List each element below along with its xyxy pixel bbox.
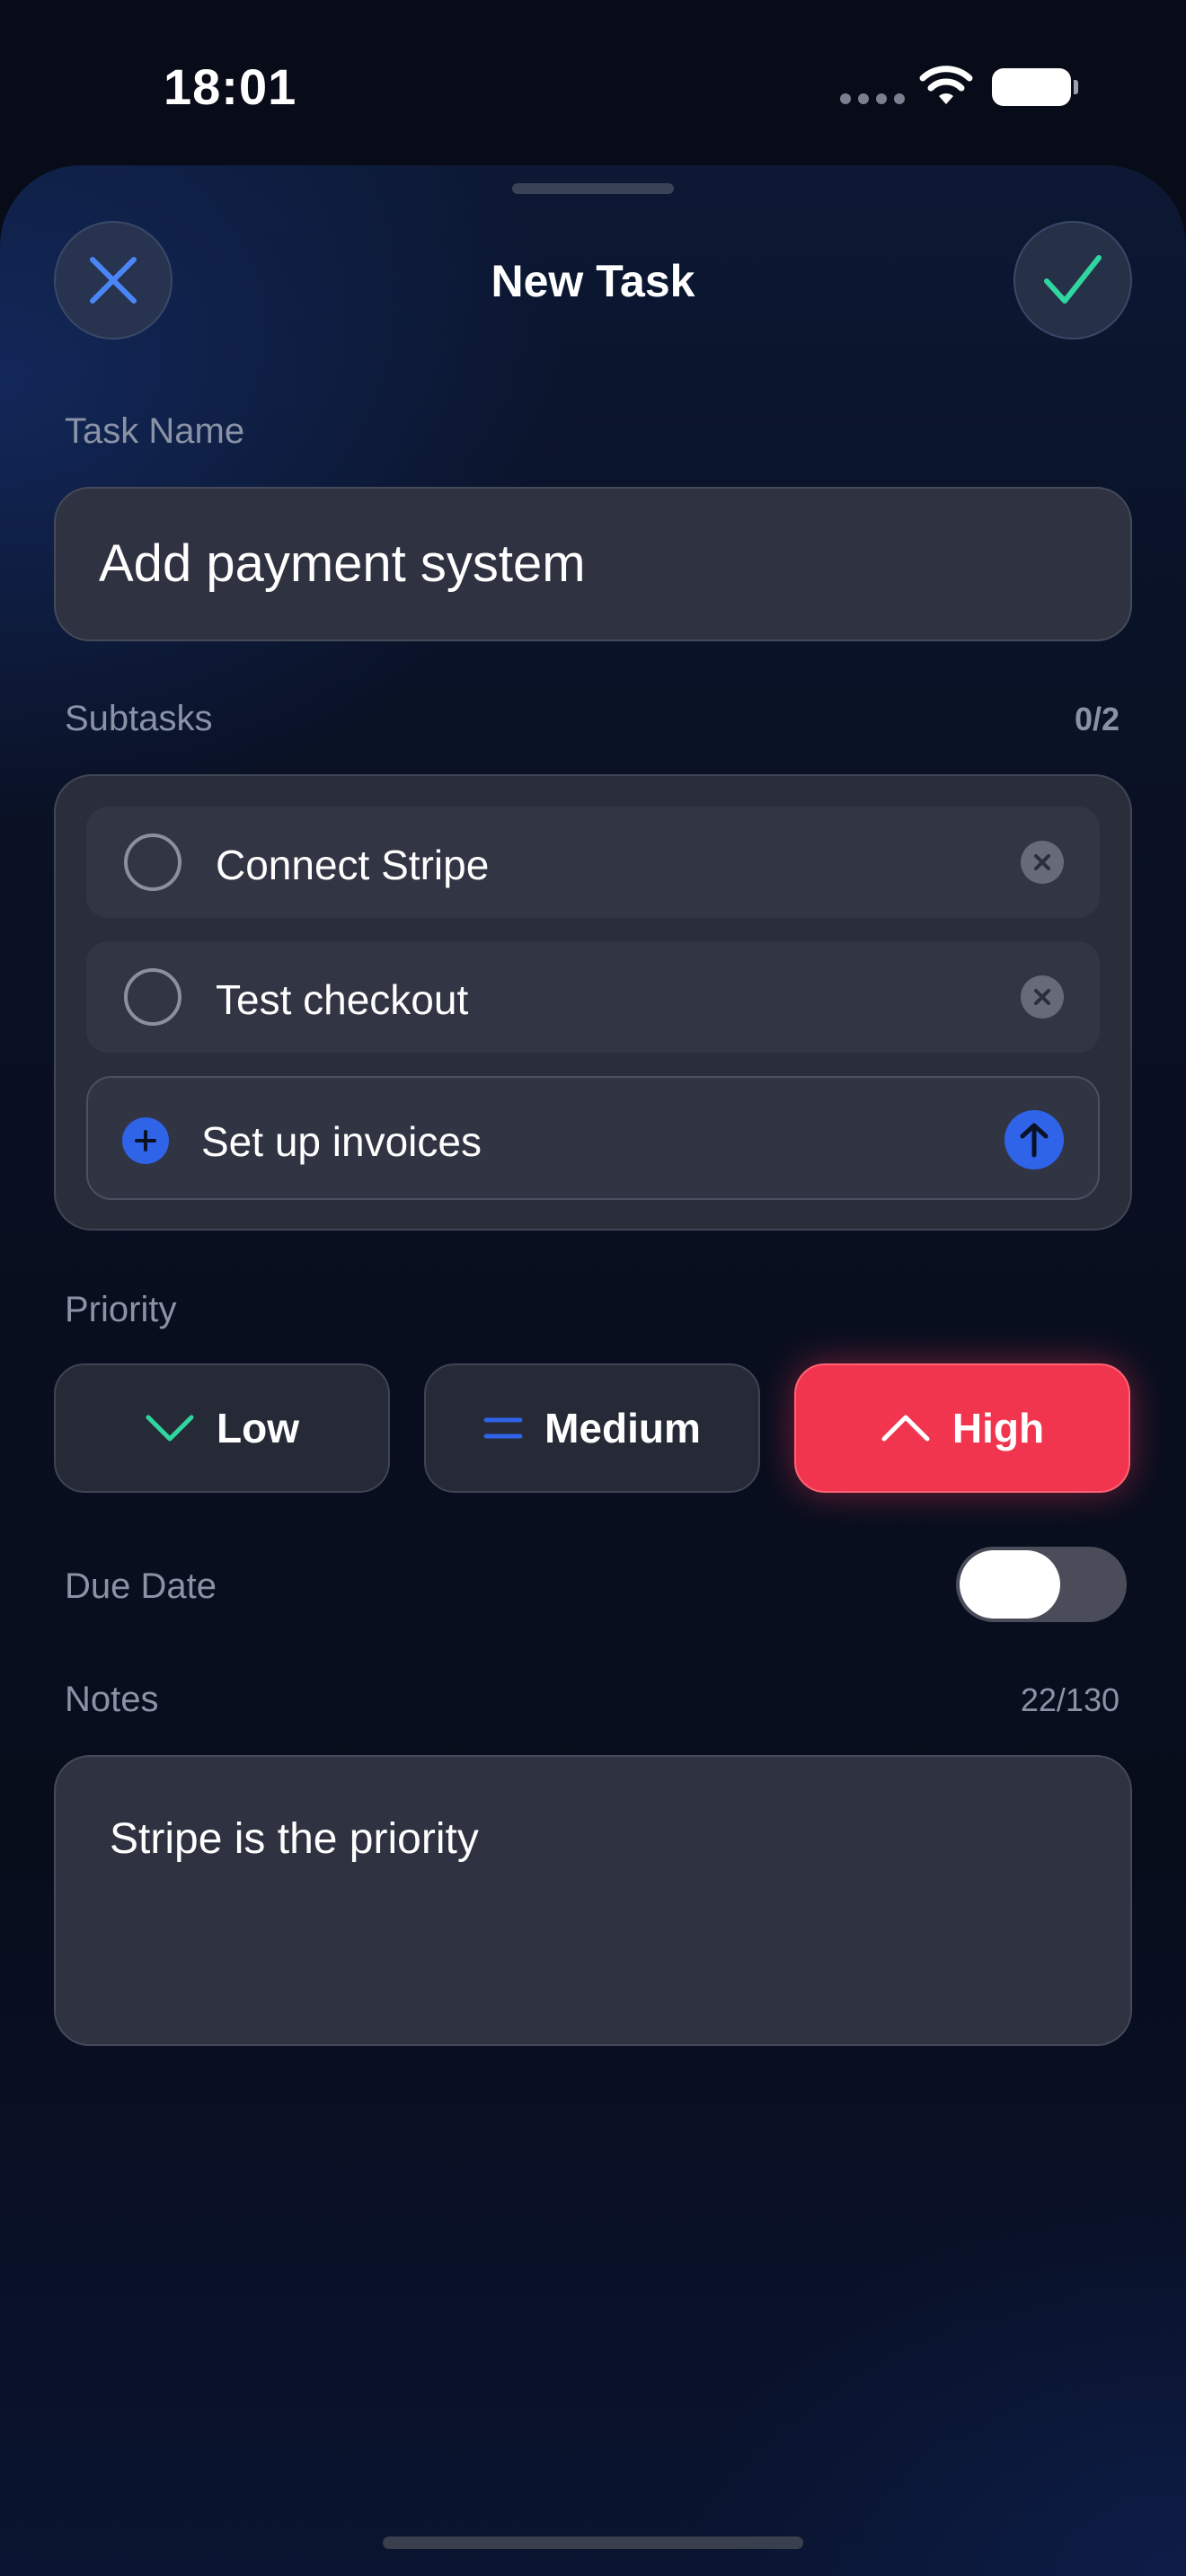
subtask-row: Test checkout: [86, 941, 1100, 1053]
status-time: 18:01: [164, 58, 297, 115]
subtasks-list: Connect Stripe Test checkout Set up invo…: [54, 774, 1132, 1231]
equals-icon: [483, 1417, 523, 1439]
subtasks-count: 0/2: [1074, 701, 1120, 737]
subtask-label[interactable]: Test checkout: [216, 975, 468, 1024]
wifi-icon: [919, 66, 973, 104]
subtasks-label: Subtasks: [65, 699, 213, 738]
priority-medium-label: Medium: [544, 1405, 701, 1451]
task-name-label: Task Name: [65, 411, 245, 451]
battery-icon: [992, 68, 1078, 106]
chevron-down-icon: [146, 1415, 194, 1442]
sheet-grabber[interactable]: [512, 183, 674, 194]
notes-textarea[interactable]: Stripe is the priority: [54, 1755, 1132, 2046]
notes-value: Stripe is the priority: [110, 1815, 479, 1863]
add-subtask-submit-button[interactable]: [1005, 1110, 1064, 1169]
remove-subtask-button[interactable]: [1021, 841, 1064, 884]
chevron-up-icon: [881, 1415, 930, 1442]
task-name-value: Add payment system: [99, 534, 586, 593]
plus-icon: [122, 1117, 169, 1164]
subtask-row: Connect Stripe: [86, 807, 1100, 918]
subtask-checkbox[interactable]: [124, 834, 181, 891]
priority-medium-button[interactable]: Medium: [424, 1363, 760, 1493]
due-date-label: Due Date: [65, 1566, 217, 1606]
task-name-input[interactable]: Add payment system: [54, 487, 1132, 641]
close-icon: [1034, 854, 1050, 870]
confirm-button[interactable]: [1013, 221, 1132, 340]
priority-low-button[interactable]: Low: [54, 1363, 390, 1493]
remove-subtask-button[interactable]: [1021, 975, 1064, 1019]
subtask-checkbox[interactable]: [124, 968, 181, 1026]
home-indicator[interactable]: [383, 2536, 803, 2549]
priority-low-label: Low: [217, 1405, 299, 1451]
new-task-screen: 18:01 New Task Task Name Add payment sys…: [0, 0, 1186, 2576]
notes-label: Notes: [65, 1680, 159, 1719]
subtask-label[interactable]: Connect Stripe: [216, 841, 489, 889]
status-bar: 18:01: [0, 0, 1186, 171]
close-icon: [1034, 989, 1050, 1005]
priority-high-label: High: [951, 1405, 1045, 1451]
due-date-toggle[interactable]: [956, 1547, 1127, 1622]
new-task-sheet: New Task Task Name Add payment system Su…: [0, 165, 1186, 2576]
arrow-up-icon: [1020, 1123, 1049, 1158]
notes-char-count: 22/130: [1020, 1681, 1120, 1718]
priority-label: Priority: [65, 1290, 177, 1329]
cellular-signal-icon: [840, 93, 905, 104]
sheet-title: New Task: [491, 256, 695, 306]
add-subtask-input[interactable]: Set up invoices: [86, 1076, 1100, 1200]
add-subtask-value: Set up invoices: [201, 1118, 482, 1165]
toggle-knob: [960, 1550, 1060, 1619]
priority-high-button[interactable]: High: [794, 1363, 1130, 1493]
checkmark-icon: [1044, 255, 1102, 304]
